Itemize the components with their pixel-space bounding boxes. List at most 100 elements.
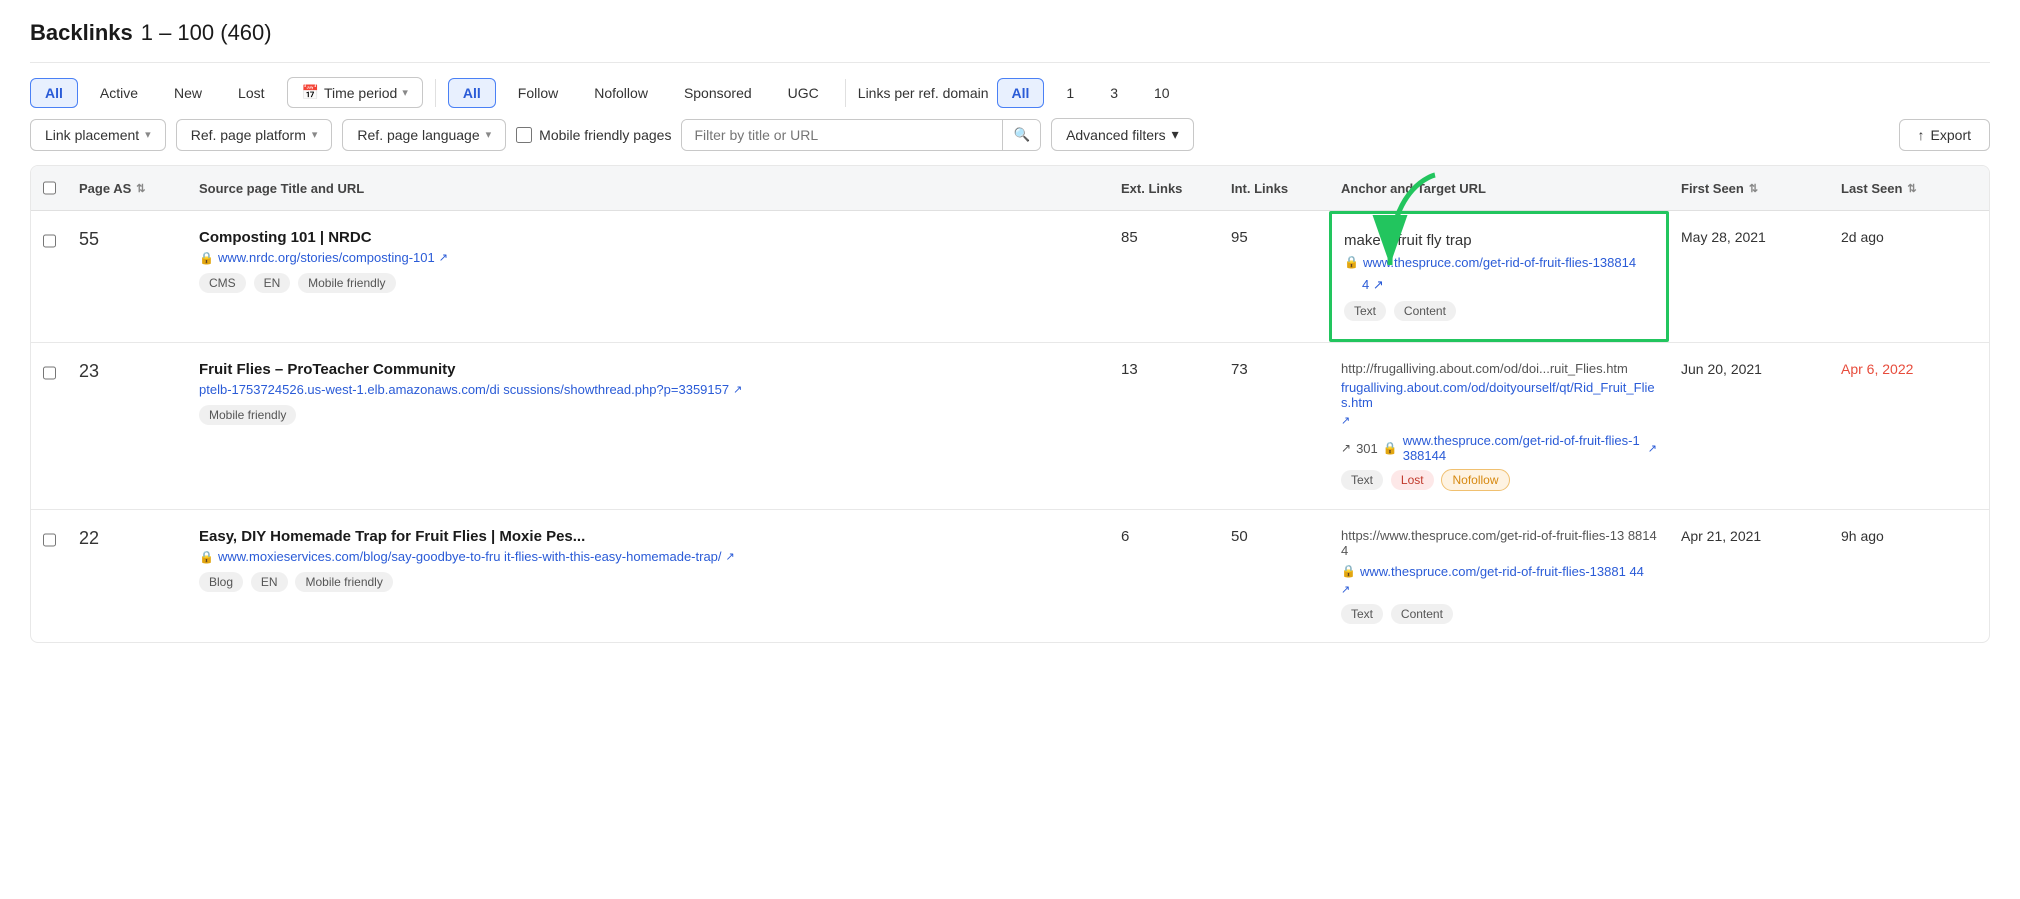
green-arrow: [1370, 165, 1450, 288]
row-checkbox[interactable]: [43, 365, 56, 381]
redirect-url-link[interactable]: www.thespruce.com/get-rid-of-fruit-flies…: [1403, 433, 1643, 463]
th-ext-links-label: Ext. Links: [1121, 181, 1182, 196]
row-checkbox[interactable]: [43, 233, 56, 249]
divider2: [845, 79, 846, 107]
chevron-down-icon: ▾: [145, 128, 151, 141]
th-int-links-label: Int. Links: [1231, 181, 1288, 196]
source-page-cell: Easy, DIY Homemade Trap for Fruit Flies …: [187, 510, 1109, 610]
search-input[interactable]: [682, 120, 1002, 150]
badge-content: Content: [1391, 604, 1453, 624]
badge-en: EN: [251, 572, 288, 592]
advanced-filters-label: Advanced filters: [1066, 127, 1166, 143]
source-url: 🔒 www.nrdc.org/stories/composting-101 ↗: [199, 250, 1097, 265]
link-type-sponsored-button[interactable]: Sponsored: [670, 79, 766, 107]
link-placement-label: Link placement: [45, 127, 139, 143]
status-active-button[interactable]: Active: [86, 79, 152, 107]
th-page-as: Page AS ⇅: [67, 166, 187, 210]
links-per-domain-1-button[interactable]: 1: [1052, 79, 1088, 107]
table-header: Page AS ⇅ Source page Title and URL Ext.…: [31, 166, 1989, 211]
page-as-cell: 22: [67, 510, 187, 567]
calendar-icon: 📅: [302, 84, 319, 101]
source-title: Composting 101 | NRDC: [199, 229, 1097, 246]
ref-page-platform-label: Ref. page platform: [191, 127, 306, 143]
sort-icon: ⇅: [1749, 182, 1758, 195]
ext-links-cell: 13: [1109, 343, 1219, 396]
link-type-all-button[interactable]: All: [448, 78, 496, 108]
ext-links-cell: 6: [1109, 510, 1219, 563]
badge-nofollow: Nofollow: [1441, 469, 1509, 491]
search-button[interactable]: 🔍: [1002, 120, 1040, 150]
anchor-url: 🔒 www.thespruce.com/get-rid-of-fruit-fli…: [1341, 564, 1657, 596]
links-per-domain-label: Links per ref. domain: [858, 85, 989, 101]
th-source-page: Source page Title and URL: [187, 166, 1109, 210]
th-last-seen-label: Last Seen: [1841, 181, 1902, 196]
lock-icon: 🔒: [199, 550, 214, 564]
anchor-badges: Text Content: [1344, 299, 1654, 321]
advanced-filters-button[interactable]: Advanced filters ▾: [1051, 118, 1194, 151]
links-per-domain-10-button[interactable]: 10: [1140, 79, 1184, 107]
th-int-links: Int. Links: [1219, 166, 1329, 210]
redirect-info: ↗ 301 🔒 www.thespruce.com/get-rid-of-fru…: [1341, 433, 1657, 463]
th-ext-links: Ext. Links: [1109, 166, 1219, 210]
source-url-link[interactable]: www.nrdc.org/stories/composting-101: [218, 250, 435, 265]
source-badges: CMS EN Mobile friendly: [199, 271, 1097, 293]
mobile-friendly-checkbox-label[interactable]: Mobile friendly pages: [516, 127, 671, 143]
link-type-follow-button[interactable]: Follow: [504, 79, 572, 107]
first-seen-cell: Jun 20, 2021: [1669, 343, 1829, 395]
chevron-down-icon: ▾: [486, 128, 492, 141]
page-as-cell: 23: [67, 343, 187, 400]
page-as-value: 55: [79, 229, 99, 249]
lock-icon: 🔒: [199, 251, 214, 265]
external-link-icon: ↗: [1648, 442, 1657, 455]
sort-icon: ⇅: [136, 182, 145, 195]
source-url: ptelb-1753724526.us-west-1.elb.amazonaws…: [199, 382, 1097, 397]
time-period-button[interactable]: 📅 Time period ▾: [287, 77, 423, 108]
links-per-domain-3-button[interactable]: 3: [1096, 79, 1132, 107]
row-checkbox[interactable]: [43, 532, 56, 548]
mobile-friendly-checkbox[interactable]: [516, 127, 532, 143]
badge-text: Text: [1341, 604, 1383, 624]
last-seen-cell: 9h ago: [1829, 510, 1989, 562]
ref-page-language-dropdown[interactable]: Ref. page language ▾: [342, 119, 506, 151]
filter-row-2: Link placement ▾ Ref. page platform ▾ Re…: [30, 118, 1990, 165]
sort-icon: ⇅: [1907, 182, 1916, 195]
first-seen-cell: Apr 21, 2021: [1669, 510, 1829, 562]
ref-page-language-label: Ref. page language: [357, 127, 479, 143]
source-url: 🔒 www.moxieservices.com/blog/say-goodbye…: [199, 549, 1097, 564]
links-per-domain-all-button[interactable]: All: [997, 78, 1045, 108]
source-page-cell: Composting 101 | NRDC 🔒 www.nrdc.org/sto…: [187, 211, 1109, 311]
badge-en: EN: [254, 273, 291, 293]
plain-url: http://frugalliving.about.com/od/doi...r…: [1341, 361, 1657, 376]
anchor-url-link[interactable]: www.thespruce.com/get-rid-of-fruit-flies…: [1360, 564, 1644, 579]
filter-row-1: All Active New Lost 📅 Time period ▾ All …: [30, 63, 1990, 118]
last-seen-cell: Apr 6, 2022: [1829, 343, 1989, 395]
row-checkbox-cell: [31, 211, 67, 267]
badge-text: Text: [1341, 470, 1383, 490]
int-links-cell: 50: [1219, 510, 1329, 563]
anchor-url-link[interactable]: frugalliving.about.com/od/doityourself/q…: [1341, 380, 1657, 410]
status-lost-button[interactable]: Lost: [224, 79, 278, 107]
external-link-icon: ↗: [1341, 583, 1350, 596]
status-new-button[interactable]: New: [160, 79, 216, 107]
source-url-link[interactable]: www.moxieservices.com/blog/say-goodbye-t…: [218, 549, 722, 564]
ref-page-platform-dropdown[interactable]: Ref. page platform ▾: [176, 119, 333, 151]
page-as-value: 23: [79, 361, 99, 381]
select-all-checkbox[interactable]: [43, 180, 56, 196]
badge-lost: Lost: [1391, 470, 1434, 490]
redirect-icon: ↗: [1341, 441, 1351, 455]
link-type-ugc-button[interactable]: UGC: [774, 79, 833, 107]
status-all-button[interactable]: All: [30, 78, 78, 108]
source-url-link[interactable]: ptelb-1753724526.us-west-1.elb.amazonaws…: [199, 382, 729, 397]
row-checkbox-cell: [31, 510, 67, 566]
external-link-icon: ↗: [726, 550, 735, 563]
table-row: 23 Fruit Flies – ProTeacher Community pt…: [31, 343, 1989, 510]
table-row: 55 Composting 101 | NRDC 🔒 www.nrdc.org/…: [31, 211, 1989, 343]
export-button[interactable]: ↑ Export: [1899, 119, 1990, 151]
link-type-nofollow-button[interactable]: Nofollow: [580, 79, 662, 107]
chevron-down-icon: ▾: [1172, 126, 1179, 143]
mobile-friendly-label: Mobile friendly pages: [539, 127, 671, 143]
badge-content: Content: [1394, 301, 1456, 321]
link-placement-dropdown[interactable]: Link placement ▾: [30, 119, 166, 151]
anchor-url: frugalliving.about.com/od/doityourself/q…: [1341, 380, 1657, 427]
source-title: Fruit Flies – ProTeacher Community: [199, 361, 1097, 378]
